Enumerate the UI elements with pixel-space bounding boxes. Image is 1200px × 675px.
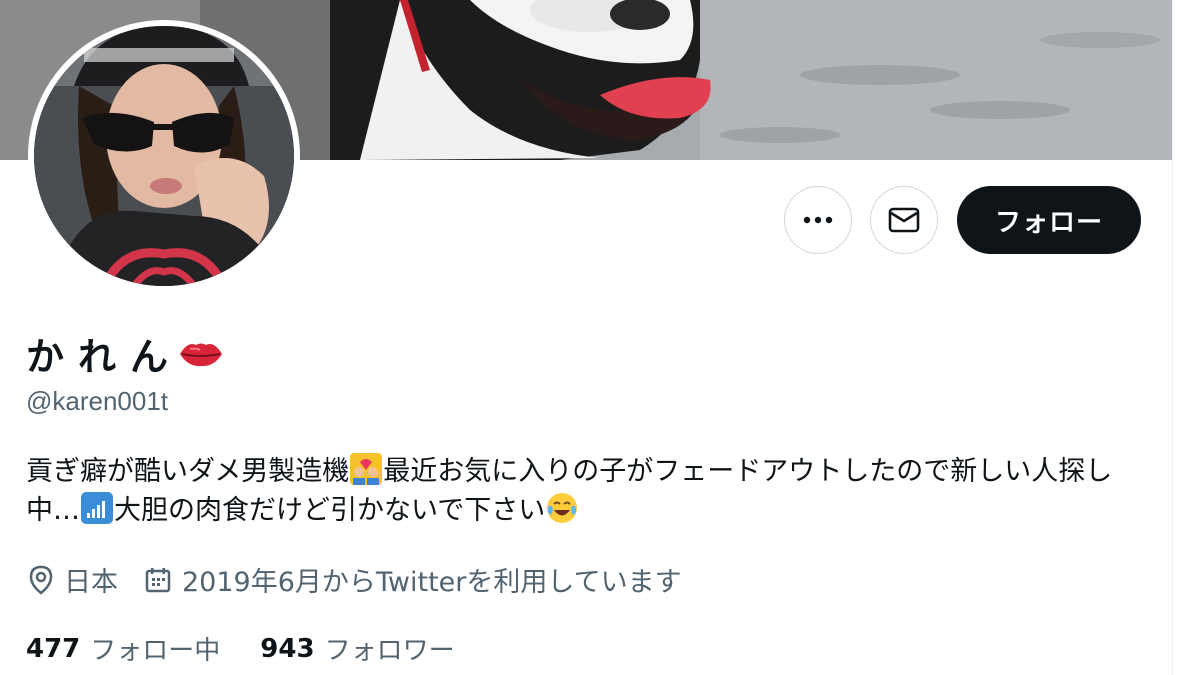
kiss-mark-icon (180, 343, 223, 366)
join-date: 2019年6月からTwitterを利用しています (144, 560, 682, 599)
location-text: 日本 (64, 567, 118, 598)
followers-label: フォロワー (324, 636, 455, 666)
join-date-text: 2019年6月からTwitterを利用しています (182, 567, 682, 598)
avatar-photo (34, 26, 294, 286)
display-name: かれん (26, 326, 224, 381)
bio-text-3: 大胆の肉食だけど引かないで下さい (114, 495, 546, 526)
bio-text-1: 貢ぎ癖が酷いダメ男製造機 (26, 456, 350, 487)
calendar-icon (145, 567, 171, 592)
following-count: 477 (26, 633, 81, 664)
tears-of-joy-icon (547, 493, 578, 523)
location: 日本 (28, 560, 118, 599)
profile-page: フォロー かれん @karen001t 貢ぎ癖が酷いダメ男製造機 最近お気に入り… (0, 0, 1200, 675)
following-link[interactable]: 477 フォロー中 (26, 630, 220, 667)
message-button[interactable] (870, 186, 938, 254)
profile-meta: 日本 2019年6月からTwitterを利用しています (28, 560, 708, 599)
followers-count: 943 (260, 633, 315, 664)
couple-with-heart-icon (350, 453, 383, 485)
antenna-bars-icon (81, 492, 113, 524)
follow-stats: 477 フォロー中 943 フォロワー (26, 630, 495, 667)
envelope-icon (888, 207, 920, 233)
followers-link[interactable]: 943 フォロワー (260, 630, 454, 667)
more-icon (803, 216, 833, 224)
location-pin-icon (29, 565, 53, 595)
avatar[interactable] (28, 20, 300, 292)
profile-bio: 貢ぎ癖が酷いダメ男製造機 最近お気に入りの子がフェードアウトしたので新しい人探し… (26, 452, 1156, 530)
display-name-text: かれん (26, 335, 183, 379)
user-handle: @karen001t (26, 386, 169, 416)
column-divider (1172, 0, 1173, 675)
following-label: フォロー中 (90, 636, 221, 666)
follow-button[interactable]: フォロー (957, 186, 1141, 254)
more-button[interactable] (784, 186, 852, 254)
